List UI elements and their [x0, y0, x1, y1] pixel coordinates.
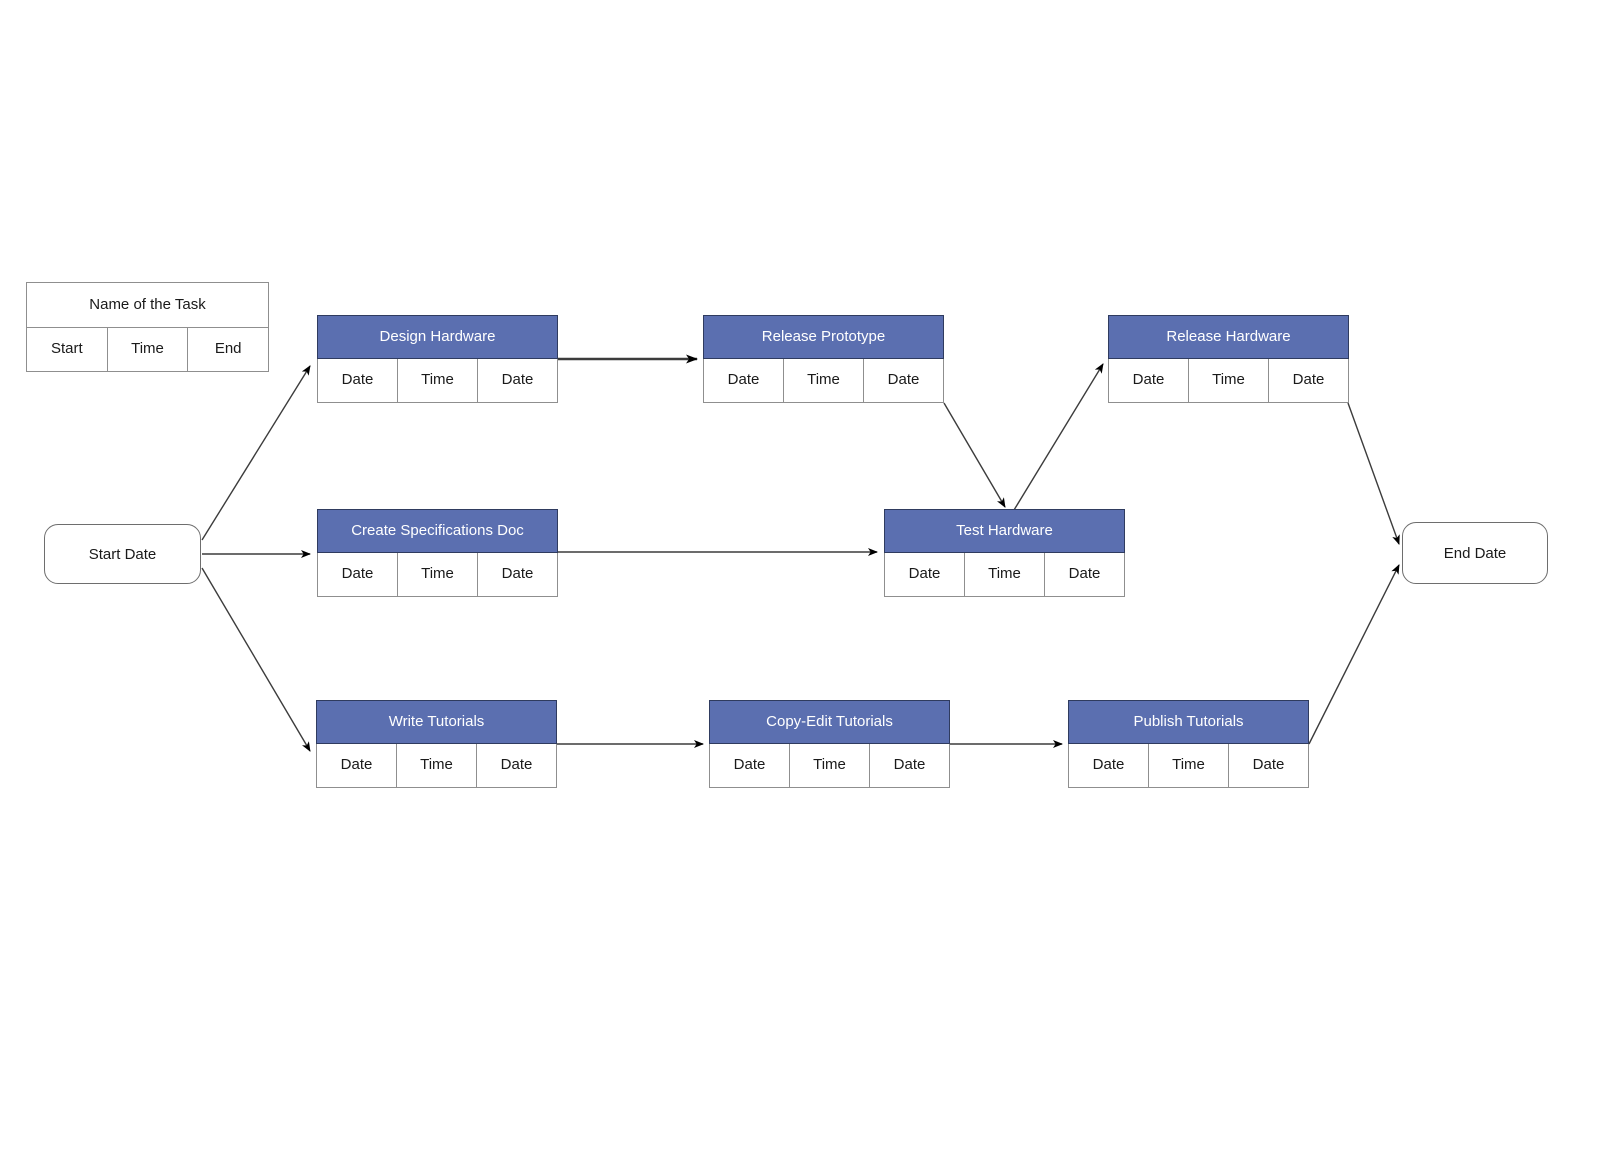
task-cell-duration: Time — [784, 359, 864, 403]
task-title-test-hardware: Test Hardware — [884, 509, 1125, 553]
task-cell-start-date: Date — [709, 744, 790, 788]
edge-start-to-write-tutorials — [201, 567, 311, 752]
task-cells-publish-tutorials: Date Time Date — [1068, 744, 1309, 788]
task-cells-test-hardware: Date Time Date — [884, 553, 1125, 597]
task-cell-end-date: Date — [478, 359, 558, 403]
task-cell-duration: Time — [1189, 359, 1269, 403]
start-date-label: Start Date — [88, 545, 157, 563]
task-cell-start-date: Date — [317, 359, 398, 403]
task-title-write-tutorials: Write Tutorials — [316, 700, 557, 744]
legend-cell-start: Start — [26, 328, 108, 372]
diagram-canvas: Name of the Task Start Time End Start Da… — [0, 0, 1624, 1160]
task-title-design-hardware: Design Hardware — [317, 315, 558, 359]
task-cell-start-date: Date — [884, 553, 965, 597]
task-cell-start-date: Date — [317, 553, 398, 597]
edge-release-hardware-to-end-date — [1347, 402, 1400, 545]
task-node-design-hardware[interactable]: Design Hardware Date Time Date — [317, 315, 558, 403]
task-cell-start-date: Date — [316, 744, 397, 788]
task-node-release-hardware[interactable]: Release Hardware Date Time Date — [1108, 315, 1349, 403]
task-cells-release-hardware: Date Time Date — [1108, 359, 1349, 403]
task-node-write-tutorials[interactable]: Write Tutorials Date Time Date — [316, 700, 557, 788]
legend-cell-time: Time — [107, 328, 189, 372]
task-node-release-prototype[interactable]: Release Prototype Date Time Date — [703, 315, 944, 403]
task-cell-start-date: Date — [1108, 359, 1189, 403]
task-cells-design-hardware: Date Time Date — [317, 359, 558, 403]
task-cell-end-date: Date — [870, 744, 950, 788]
task-cell-end-date: Date — [478, 553, 558, 597]
edge-release-prototype-to-test-hardware — [943, 402, 1006, 508]
task-cell-duration: Time — [398, 553, 478, 597]
task-title-publish-tutorials: Publish Tutorials — [1068, 700, 1309, 744]
task-cell-duration: Time — [790, 744, 870, 788]
legend-cells: Start Time End — [26, 328, 270, 372]
task-title-copy-edit-tutorials: Copy-Edit Tutorials — [709, 700, 950, 744]
edge-test-hardware-to-release-hardware — [1013, 363, 1104, 511]
task-node-copy-edit-tutorials[interactable]: Copy-Edit Tutorials Date Time Date — [709, 700, 950, 788]
task-cell-end-date: Date — [477, 744, 557, 788]
edge-publish-tutorials-to-end-date — [1308, 564, 1400, 745]
task-title-release-prototype: Release Prototype — [703, 315, 944, 359]
task-cell-end-date: Date — [1045, 553, 1125, 597]
task-cell-end-date: Date — [1269, 359, 1349, 403]
end-date-label: End Date — [1443, 544, 1507, 562]
legend-title: Name of the Task — [26, 282, 269, 328]
task-cells-write-tutorials: Date Time Date — [316, 744, 557, 788]
task-node-create-specifications-doc[interactable]: Create Specifications Doc Date Time Date — [317, 509, 558, 597]
task-cell-end-date: Date — [864, 359, 944, 403]
task-cell-duration: Time — [398, 359, 478, 403]
edge-layer — [201, 354, 1400, 752]
task-node-test-hardware[interactable]: Test Hardware Date Time Date — [884, 509, 1125, 597]
task-cell-start-date: Date — [1068, 744, 1149, 788]
task-cells-copy-edit-tutorials: Date Time Date — [709, 744, 950, 788]
task-cell-duration: Time — [1149, 744, 1229, 788]
task-cell-start-date: Date — [703, 359, 784, 403]
task-cells-release-prototype: Date Time Date — [703, 359, 944, 403]
task-title-release-hardware: Release Hardware — [1108, 315, 1349, 359]
edge-start-to-design-hardware — [201, 365, 311, 541]
legend-node: Name of the Task Start Time End — [26, 282, 270, 372]
task-cell-duration: Time — [397, 744, 477, 788]
task-cells-create-specifications-doc: Date Time Date — [317, 553, 558, 597]
end-date-terminator[interactable]: End Date — [1402, 522, 1548, 584]
legend-cell-end: End — [188, 328, 270, 372]
task-title-create-specifications-doc: Create Specifications Doc — [317, 509, 558, 553]
task-cell-duration: Time — [965, 553, 1045, 597]
start-date-terminator[interactable]: Start Date — [44, 524, 201, 584]
task-node-publish-tutorials[interactable]: Publish Tutorials Date Time Date — [1068, 700, 1309, 788]
task-cell-end-date: Date — [1229, 744, 1309, 788]
